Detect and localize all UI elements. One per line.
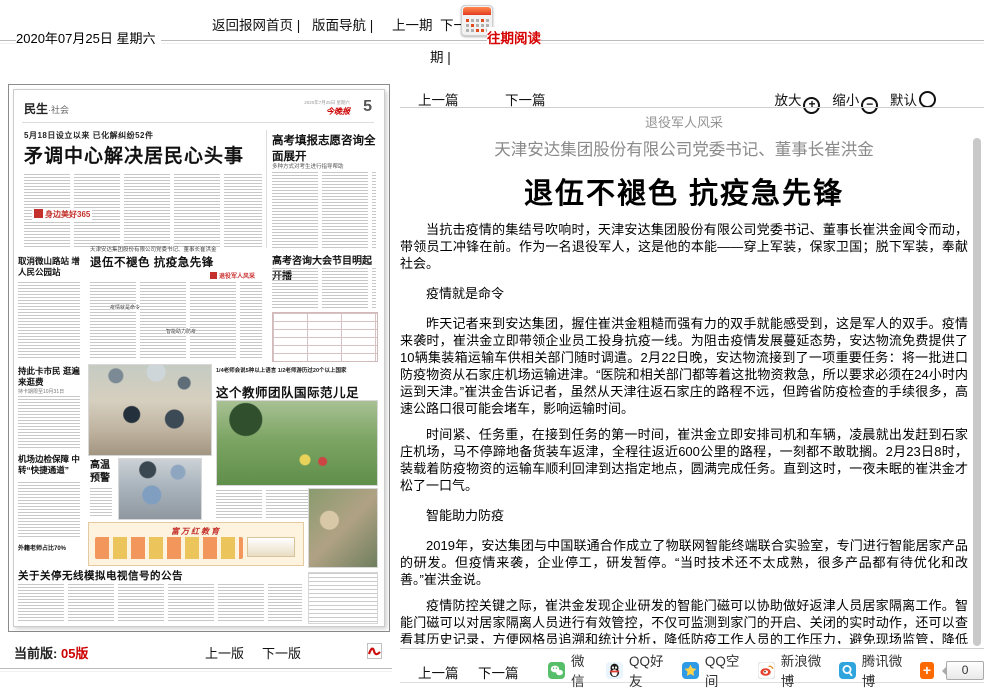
pdf-icon[interactable] [366,642,383,660]
thumb-masthead-meta: 2020年7月25日 星期六今晚报 [200,100,350,117]
article-kicker: 退役军人风采 [400,112,968,131]
link-past-issues[interactable]: 往期阅读 [487,27,541,47]
article-paragraph: 当抗击疫情的集结号吹响时，天津安达集团股份有限公司党委书记、董事长崔洪金闻令而动… [400,221,968,272]
share-bar: 微信 QQ好友 QQ空间 新浪微博 腾讯微博 + 0 [548,660,984,680]
prev-article-button-top[interactable]: 上一篇 [418,89,459,109]
zoom-reset-button[interactable]: 默认 [890,93,944,108]
link-page-navigation[interactable]: 版面导航 | [312,14,373,34]
article-section-heading: 疫情就是命令 [400,285,968,302]
share-bar-divider [400,648,984,649]
thumb-veteran-badge: 退役军人风采 [210,271,255,280]
thumb-schedule-table [272,312,378,362]
thumb-ad: 富万红教育 [88,522,304,566]
link-prev-issue[interactable]: 上一期 [392,14,433,34]
thumb-page-number: 5 [363,98,372,116]
thumb-photo-grass [216,400,378,486]
thumb-left1-headline[interactable]: 取消微山路站 增人民公园站 [18,256,82,277]
article-paragraph: 时间紧、任务重，在接到任务的第一时间，崔洪金立即安排司机和车辆，凌晨就出发赶到石… [400,426,968,494]
next-page-button[interactable]: 下一版 [262,643,301,662]
wechat-icon[interactable] [548,662,565,679]
thumb-left2-sub: 持卡期限至10月31日 [18,388,64,395]
article-paragraph: 疫情防控关键之际，崔洪金发现企业研发的智能门磁可以协助做好返津人员居家隔离工作。… [400,597,968,644]
thumb-masthead-rule [22,122,374,123]
share-wechat[interactable]: 微信 [571,650,594,690]
thumb-section-title: 民生·社会 [24,100,69,117]
thumb-center-headline[interactable]: 退伍不褪色 抗疫急先锋 [90,254,214,270]
zoom-out-button[interactable]: 缩小 [832,93,886,108]
thumb-ad-brand: 富万红教育 [89,526,303,537]
thumb-teacher-headline[interactable]: 这个教师团队国际范儿足 [216,382,359,401]
share-qq[interactable]: QQ好友 [629,650,670,690]
article-body: 当抗击疫情的集结号吹响时，天津安达集团股份有限公司党委书记、董事长崔洪金闻令而动… [400,221,968,644]
link-next-issue-wrapped[interactable]: 期 | [430,46,451,66]
thumb-left3-headline[interactable]: 机场边检保障 中转“快捷通道” [18,454,82,475]
article-subtitle: 天津安达集团股份有限公司党委书记、董事长崔洪金 [400,136,968,160]
article-view: 退役军人风采 天津安达集团股份有限公司党委书记、董事长崔洪金 退伍不褪色 抗疫急… [400,110,968,644]
thumb-teacher-kicker: 1/4老师会说5种以上语言 1/2老师游历过20个以上国家 [216,366,378,374]
qzone-icon[interactable] [682,662,699,679]
thumb-right1-sub: 多种方式对考生进行指导帮助 [272,162,376,170]
share-qzone[interactable]: QQ空间 [705,650,746,690]
current-page-value: 05版 [61,646,88,661]
thumb-center-sec2: 智能助力防疫 [166,328,196,335]
thumb-text-block [272,172,376,248]
thumb-text-block [18,584,302,622]
share-more-button[interactable]: + [920,662,934,679]
toolbar-divider [400,107,984,108]
thumb-text-block [90,282,262,358]
thumb-info-box [308,572,378,624]
share-sina-weibo[interactable]: 新浪微博 [781,650,827,690]
prev-article-button-bottom[interactable]: 上一篇 [418,662,459,682]
thumb-ad-product [247,537,295,557]
thumb-text-block [18,282,80,358]
thumb-ad-decoration [95,537,243,559]
thumb-right1-headline[interactable]: 高考填报志愿咨询全面展开 [272,132,376,164]
current-page-label: 当前版: 05版 [14,643,88,662]
thumb-lead-kicker: 5月18日设立以来 已化解纠纷52件 [24,130,153,141]
zoom-reset-icon[interactable] [919,91,936,108]
zoom-in-button[interactable]: 放大 [774,93,828,108]
thumb-photo-street [88,364,212,456]
thumb-notice-headline[interactable]: 关于关停无线模拟电视信号的公告 [18,568,183,583]
thumb-lead-headline[interactable]: 矛调中心解决居民心头事 [24,141,244,168]
epaper-reader: 2020年07月25日 星期六 返回报网首页 | 版面导航 | 上一期 下一 期… [0,0,984,684]
page-thumbnail[interactable]: 民生·社会 2020年7月25日 星期六今晚报 5 5月18日设立以来 已化解纠… [8,84,390,632]
page-thumbnail-image[interactable]: 民生·社会 2020年7月25日 星期六今晚报 5 5月18日设立以来 已化解纠… [13,89,385,627]
thumb-text-block [18,482,80,538]
next-article-button-bottom[interactable]: 下一篇 [478,662,519,682]
article-section-heading: 智能助力防疫 [400,507,968,524]
article-scrollbar[interactable] [973,138,981,646]
thumb-col-rule [266,130,267,248]
share-count: 0 [946,661,984,680]
thumb-text-block [90,488,112,518]
thumb-teacher-sub: 外籍老师占比70% [18,546,84,554]
thumb-text-block [272,268,376,308]
thumb-center-sec1: 疫情就是命令 [110,304,140,311]
thumb-text-block [18,396,80,448]
share-tencent-weibo[interactable]: 腾讯微博 [862,650,908,690]
left-bottom-divider [0,668,392,672]
thumb-left2-headline[interactable]: 持此卡市民 逛遍来逛费 [18,366,82,387]
article-paragraph: 昨天记者来到安达集团，握住崔洪金粗糙而强有力的双手就能感受到，这是军人的双手。疫… [400,315,968,417]
thumb-photo-umbrellas [118,458,202,520]
thumb-center-kicker: 天津安达集团股份有限公司党委书记、董事长崔洪金 [90,245,262,253]
thumb-heat-warning: 高温预警 [90,460,110,485]
thumb-photo-library [308,488,378,568]
thumb-logo-365: 身边美好365 [32,208,92,221]
article-paragraph: 2019年，安达集团与中国联通合作成立了物联网智能终端联合实验室，专门进行智能居… [400,537,968,588]
article-title: 退伍不褪色 抗疫急先锋 [400,170,968,212]
issue-date: 2020年07月25日 星期六 [16,28,161,49]
link-home[interactable]: 返回报网首页 | [212,14,300,34]
next-article-button-top[interactable]: 下一篇 [505,89,546,109]
sina-weibo-icon[interactable] [758,662,775,679]
prev-page-button[interactable]: 上一版 [205,643,244,662]
tencent-weibo-icon[interactable] [839,662,856,679]
qq-icon[interactable] [606,662,623,679]
